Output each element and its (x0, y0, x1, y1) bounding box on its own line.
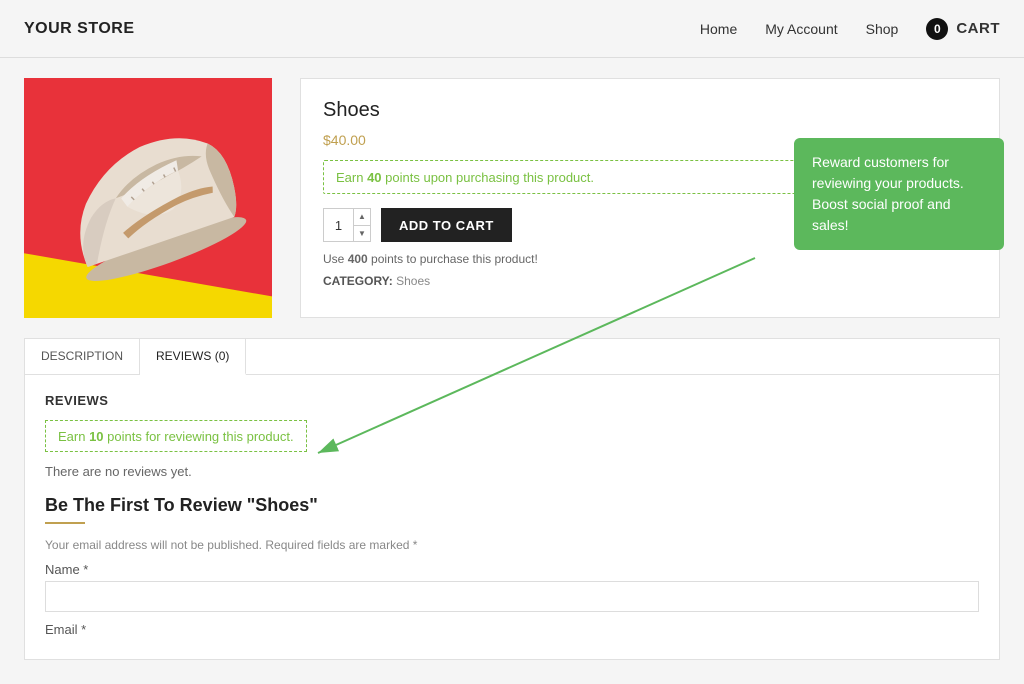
reviews-tab-content: REVIEWS Earn 10 points for reviewing thi… (25, 375, 999, 659)
name-field-label: Name * (45, 562, 979, 577)
tabs-header: DESCRIPTION REVIEWS (0) (25, 339, 999, 375)
earn-points-text: Earn 40 points upon purchasing this prod… (336, 170, 594, 185)
review-form-title: Be The First To Review "Shoes" (45, 495, 979, 516)
main-nav: Home My Account Shop 0 CART (700, 18, 1000, 40)
cart-count-badge: 0 (926, 18, 948, 40)
form-note: Your email address will not be published… (45, 538, 979, 552)
tooltip-box: Reward customers for reviewing your prod… (794, 138, 1004, 250)
tab-description[interactable]: DESCRIPTION (25, 339, 140, 374)
store-logo: YOUR STORE (24, 20, 135, 38)
name-input[interactable] (45, 581, 979, 612)
cart-area[interactable]: 0 CART (926, 18, 1000, 40)
no-reviews-text: There are no reviews yet. (45, 464, 979, 479)
product-image (24, 78, 272, 318)
nav-home[interactable]: Home (700, 21, 737, 37)
tabs-section: DESCRIPTION REVIEWS (0) REVIEWS Earn 10 … (24, 338, 1000, 660)
tab-reviews[interactable]: REVIEWS (0) (140, 339, 246, 375)
quantity-up-arrow[interactable]: ▲ (354, 209, 370, 226)
earn-review-text: Earn 10 points for reviewing this produc… (58, 429, 294, 444)
quantity-input-container[interactable]: 1 ▲ ▼ (323, 208, 371, 242)
product-title: Shoes (323, 99, 977, 122)
shoe-illustration (34, 88, 254, 288)
category-text: CATEGORY: Shoes (323, 274, 977, 288)
quantity-value: 1 (324, 209, 354, 241)
nav-shop[interactable]: Shop (866, 21, 899, 37)
quantity-arrows[interactable]: ▲ ▼ (354, 209, 370, 241)
use-points-text: Use 400 points to purchase this product! (323, 252, 977, 266)
review-form-title-underline (45, 522, 85, 524)
quantity-down-arrow[interactable]: ▼ (354, 226, 370, 242)
tooltip-area: Reward customers for reviewing your prod… (794, 138, 1004, 250)
reviews-heading: REVIEWS (45, 393, 979, 408)
earn-review-box: Earn 10 points for reviewing this produc… (45, 420, 307, 452)
add-to-cart-button[interactable]: ADD TO CART (381, 208, 512, 242)
email-field-label: Email * (45, 622, 979, 637)
cart-label: CART (956, 20, 1000, 37)
nav-my-account[interactable]: My Account (765, 21, 837, 37)
